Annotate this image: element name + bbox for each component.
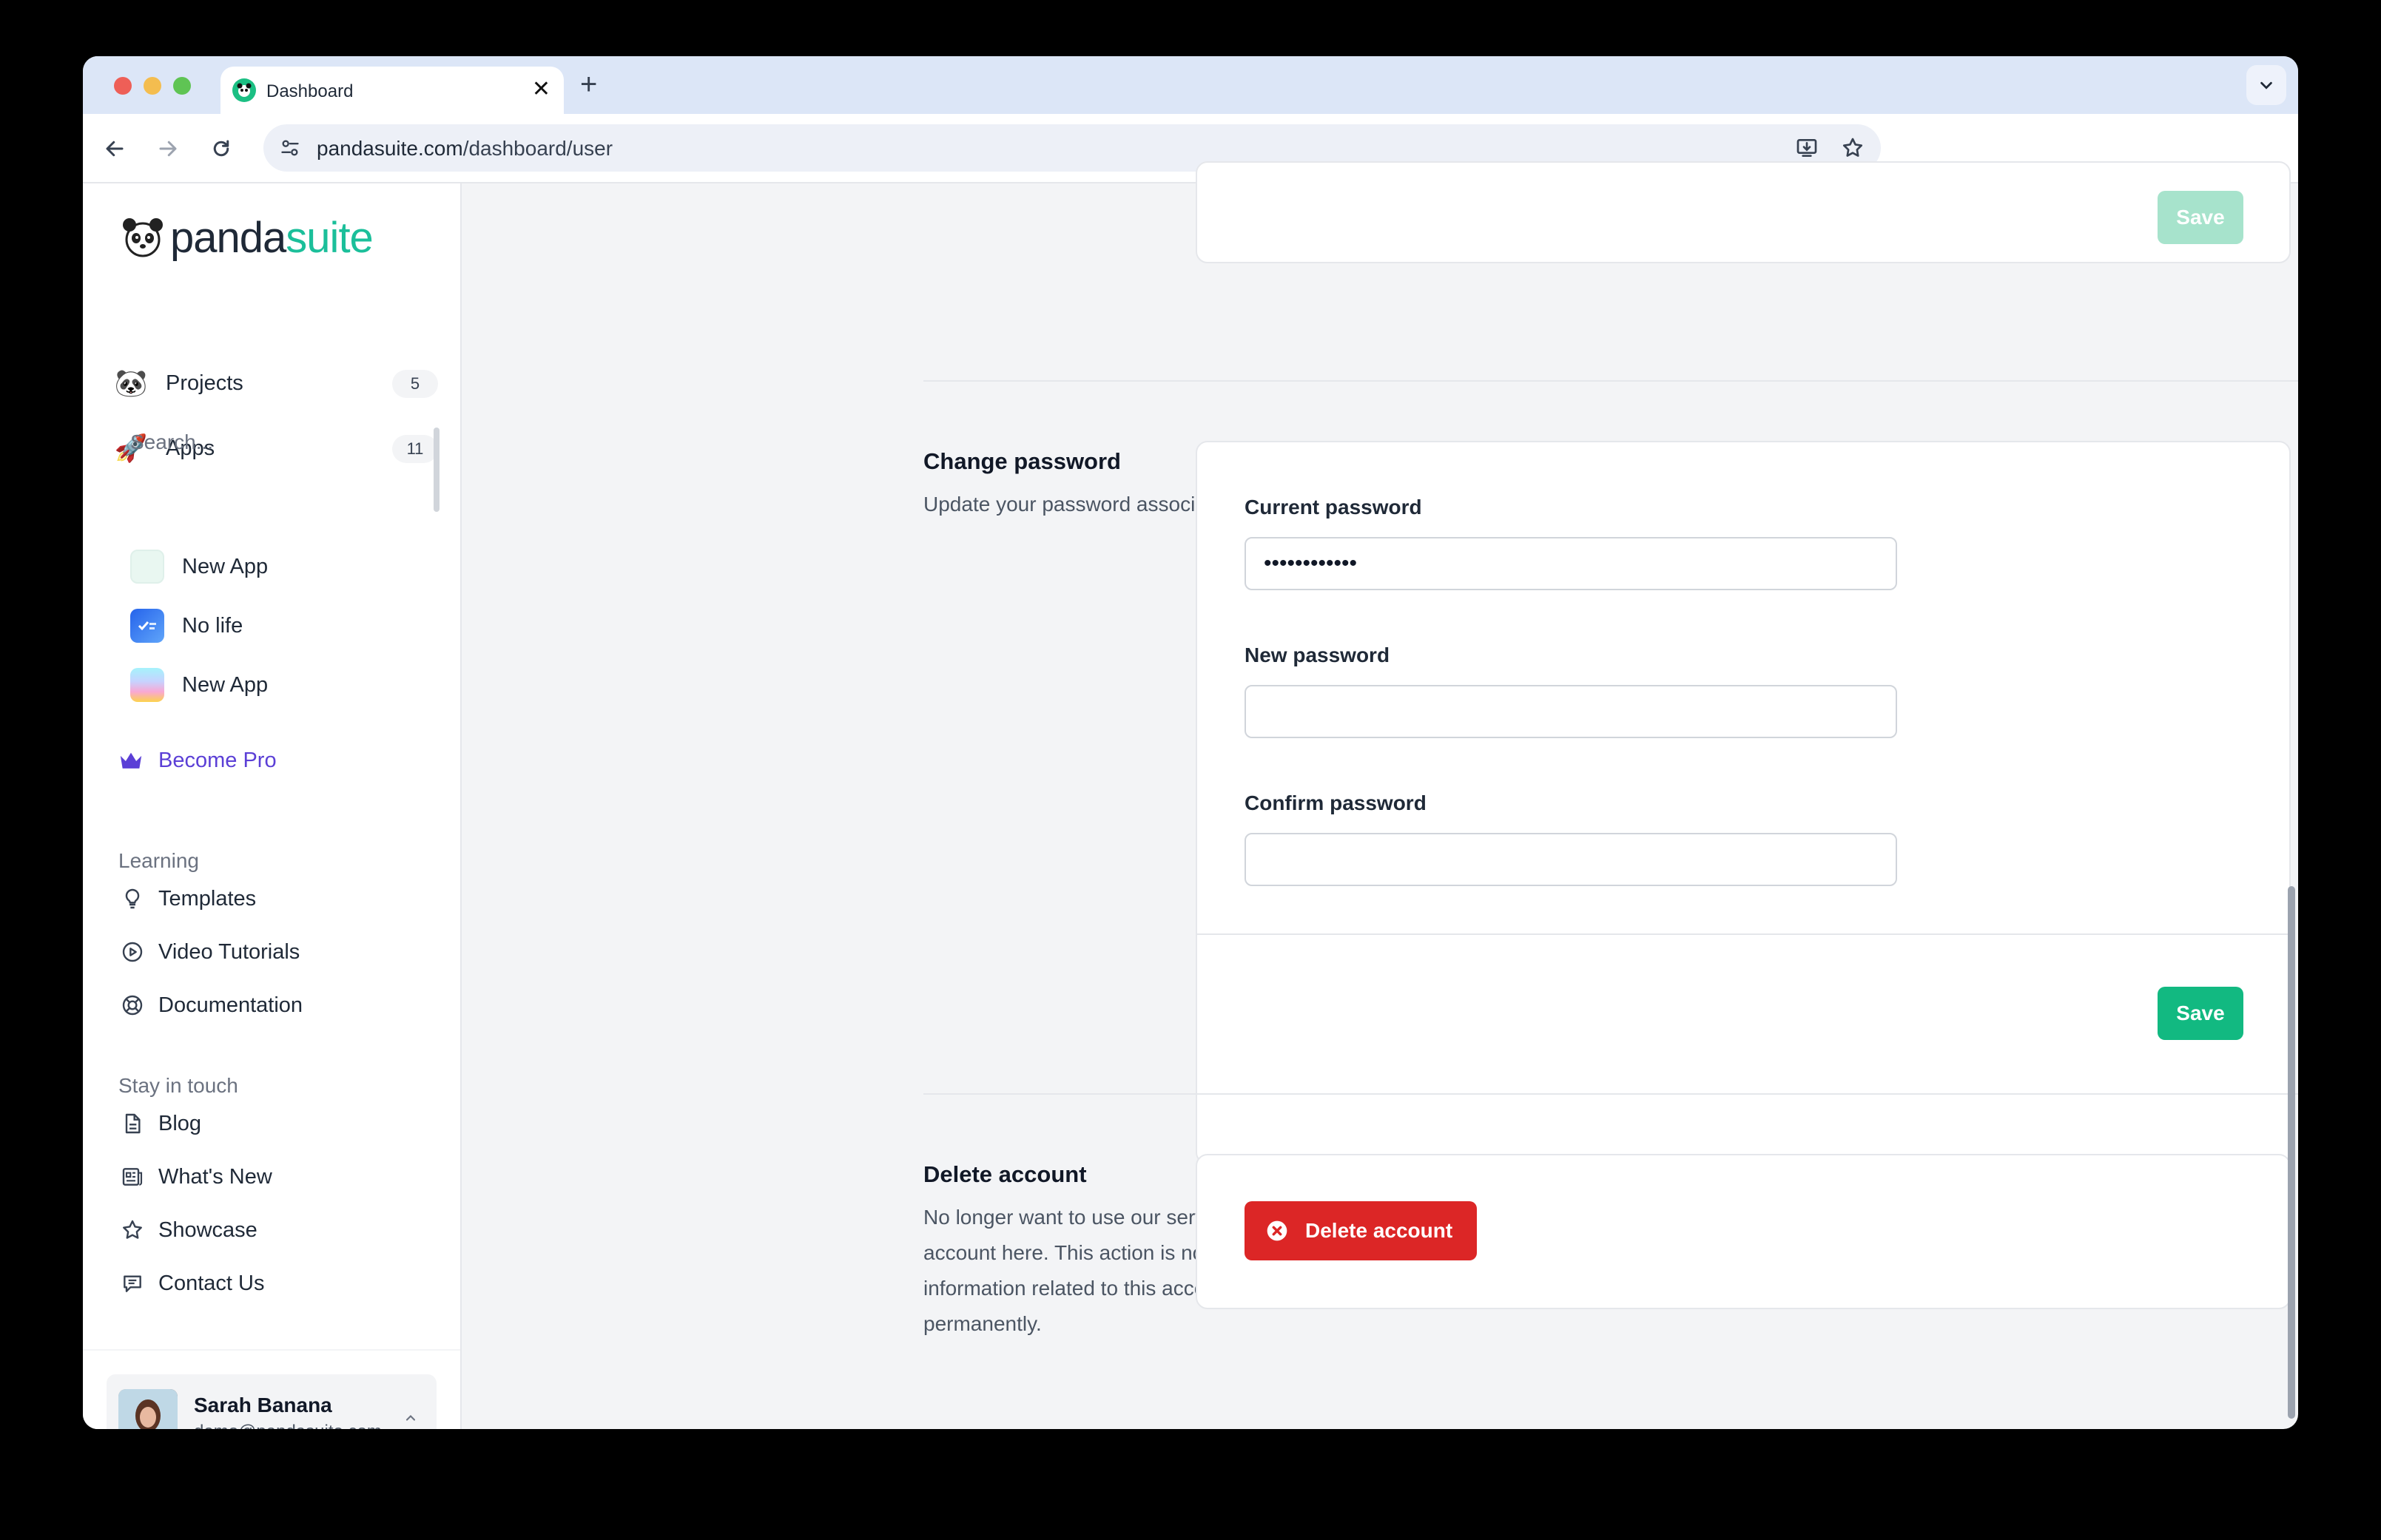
x-circle-icon [1267, 1220, 1287, 1241]
previous-settings-card: Save [1196, 161, 2291, 263]
projects-count-badge: 5 [392, 370, 438, 398]
change-password-card: Current password New password Confirm pa… [1196, 441, 2291, 1164]
app-item-label: New App [182, 554, 269, 578]
sidebar-item-blog[interactable]: Blog [118, 1104, 429, 1144]
reload-icon[interactable] [206, 133, 237, 164]
sidebar-item-label: Contact Us [158, 1271, 265, 1295]
section-divider [923, 1093, 2298, 1095]
confirm-password-label: Confirm password [1245, 791, 1427, 814]
stay-in-touch-section-title: Stay in touch [118, 1074, 238, 1097]
become-pro-link[interactable]: Become Pro [118, 749, 277, 773]
logo-wordmark: pandasuite [170, 213, 374, 263]
tab-bar: Dashboard ✕ + [83, 56, 2298, 114]
card-footer-divider [1197, 933, 2289, 935]
user-email: demo@pandasuite.com [194, 1422, 382, 1429]
save-password-button[interactable]: Save [2158, 987, 2243, 1040]
app-item-label: New App [182, 672, 269, 697]
user-name: Sarah Banana [194, 1394, 332, 1416]
sidebar-item-label: Projects [166, 371, 243, 395]
user-menu[interactable]: Sarah Banana demo@pandasuite.com [107, 1374, 437, 1429]
current-password-field[interactable] [1245, 537, 1897, 590]
maximize-window-button[interactable] [173, 77, 191, 95]
play-circle-icon [118, 938, 147, 966]
avatar [118, 1389, 178, 1429]
sidebar: pandasuite 🐼 Projects 5 🚀 Apps 11 Search… [83, 183, 462, 1429]
lightbulb-icon [118, 885, 147, 913]
panda-emoji-icon: 🐼 [114, 368, 148, 398]
save-button-disabled[interactable]: Save [2158, 191, 2243, 244]
sidebar-item-templates[interactable]: Templates [118, 879, 429, 919]
minimize-window-button[interactable] [144, 77, 161, 95]
bookmark-star-icon[interactable] [1838, 133, 1868, 163]
app-search-input[interactable]: Search... [130, 430, 213, 454]
pandasuite-logo[interactable]: pandasuite [120, 212, 374, 263]
url-domain: pandasuite.com [317, 137, 463, 160]
sidebar-item-label: Templates [158, 886, 257, 911]
sidebar-item-documentation[interactable]: Documentation [118, 985, 429, 1025]
delete-account-label: Delete account [1305, 1219, 1453, 1242]
main-scrollbar[interactable] [2288, 886, 2295, 1419]
new-password-label: New password [1245, 644, 1390, 666]
apps-count-badge: 11 [392, 435, 438, 463]
logo-part-panda: panda [170, 213, 286, 262]
change-password-heading: Change password [923, 448, 1121, 474]
new-password-field[interactable] [1245, 685, 1897, 738]
sidebar-item-projects[interactable]: 🐼 Projects 5 [112, 361, 438, 405]
lifebuoy-icon [118, 991, 147, 1019]
forward-arrow-icon[interactable] [152, 133, 183, 164]
become-pro-label: Become Pro [158, 749, 277, 772]
newspaper-icon [118, 1163, 147, 1191]
site-settings-icon[interactable] [275, 133, 305, 163]
url-path: /dashboard/user [462, 137, 613, 160]
star-icon [118, 1216, 147, 1244]
sidebar-item-contact-us[interactable]: Contact Us [118, 1263, 429, 1303]
sidebar-item-whats-new[interactable]: What's New [118, 1157, 429, 1197]
confirm-password-field[interactable] [1245, 833, 1897, 886]
app-item[interactable]: New App [130, 663, 411, 707]
close-window-button[interactable] [114, 77, 132, 95]
app-item[interactable]: No life [130, 604, 411, 648]
delete-account-heading: Delete account [923, 1161, 1087, 1187]
new-tab-icon[interactable]: + [580, 68, 597, 101]
delete-account-button[interactable]: Delete account [1245, 1201, 1477, 1260]
app-thumbnail-icon [130, 668, 164, 702]
apps-list-scrollbar[interactable] [434, 428, 440, 512]
tab-dashboard[interactable]: Dashboard ✕ [220, 67, 564, 114]
back-arrow-icon[interactable] [99, 133, 130, 164]
close-tab-icon[interactable]: ✕ [532, 77, 550, 102]
sidebar-item-video-tutorials[interactable]: Video Tutorials [118, 932, 429, 972]
learning-section-title: Learning [118, 849, 199, 872]
app-thumbnail-icon [130, 609, 164, 643]
sidebar-item-label: Showcase [158, 1218, 257, 1242]
url-text: pandasuite.com/dashboard/user [317, 137, 613, 161]
app-item-label: No life [182, 613, 243, 638]
chat-icon [118, 1269, 147, 1297]
sidebar-item-label: What's New [158, 1164, 272, 1189]
sidebar-item-label: Video Tutorials [158, 939, 300, 964]
panda-logo-icon [123, 218, 163, 257]
sidebar-item-label: Documentation [158, 993, 303, 1017]
sidebar-divider [83, 1349, 460, 1351]
sidebar-item-label: Blog [158, 1111, 202, 1135]
main-content: Save Change password Update your passwor… [462, 161, 2298, 1429]
tab-title: Dashboard [266, 81, 354, 101]
chevron-up-icon[interactable] [400, 1407, 422, 1429]
install-app-icon[interactable] [1792, 133, 1822, 163]
crown-icon [120, 752, 142, 769]
app-item[interactable]: New App [130, 544, 411, 589]
browser-window: Dashboard ✕ + pandasuite.com/dashboard/u… [83, 56, 2298, 1429]
chevron-down-icon[interactable] [2246, 65, 2286, 105]
document-icon [118, 1110, 147, 1138]
section-divider [923, 380, 2298, 382]
logo-part-suite: suite [286, 213, 374, 262]
current-password-label: Current password [1245, 496, 1422, 519]
sidebar-item-showcase[interactable]: Showcase [118, 1210, 429, 1250]
app-thumbnail-icon [130, 550, 164, 584]
delete-account-card: Delete account [1196, 1154, 2291, 1309]
panda-favicon-icon [232, 78, 256, 102]
